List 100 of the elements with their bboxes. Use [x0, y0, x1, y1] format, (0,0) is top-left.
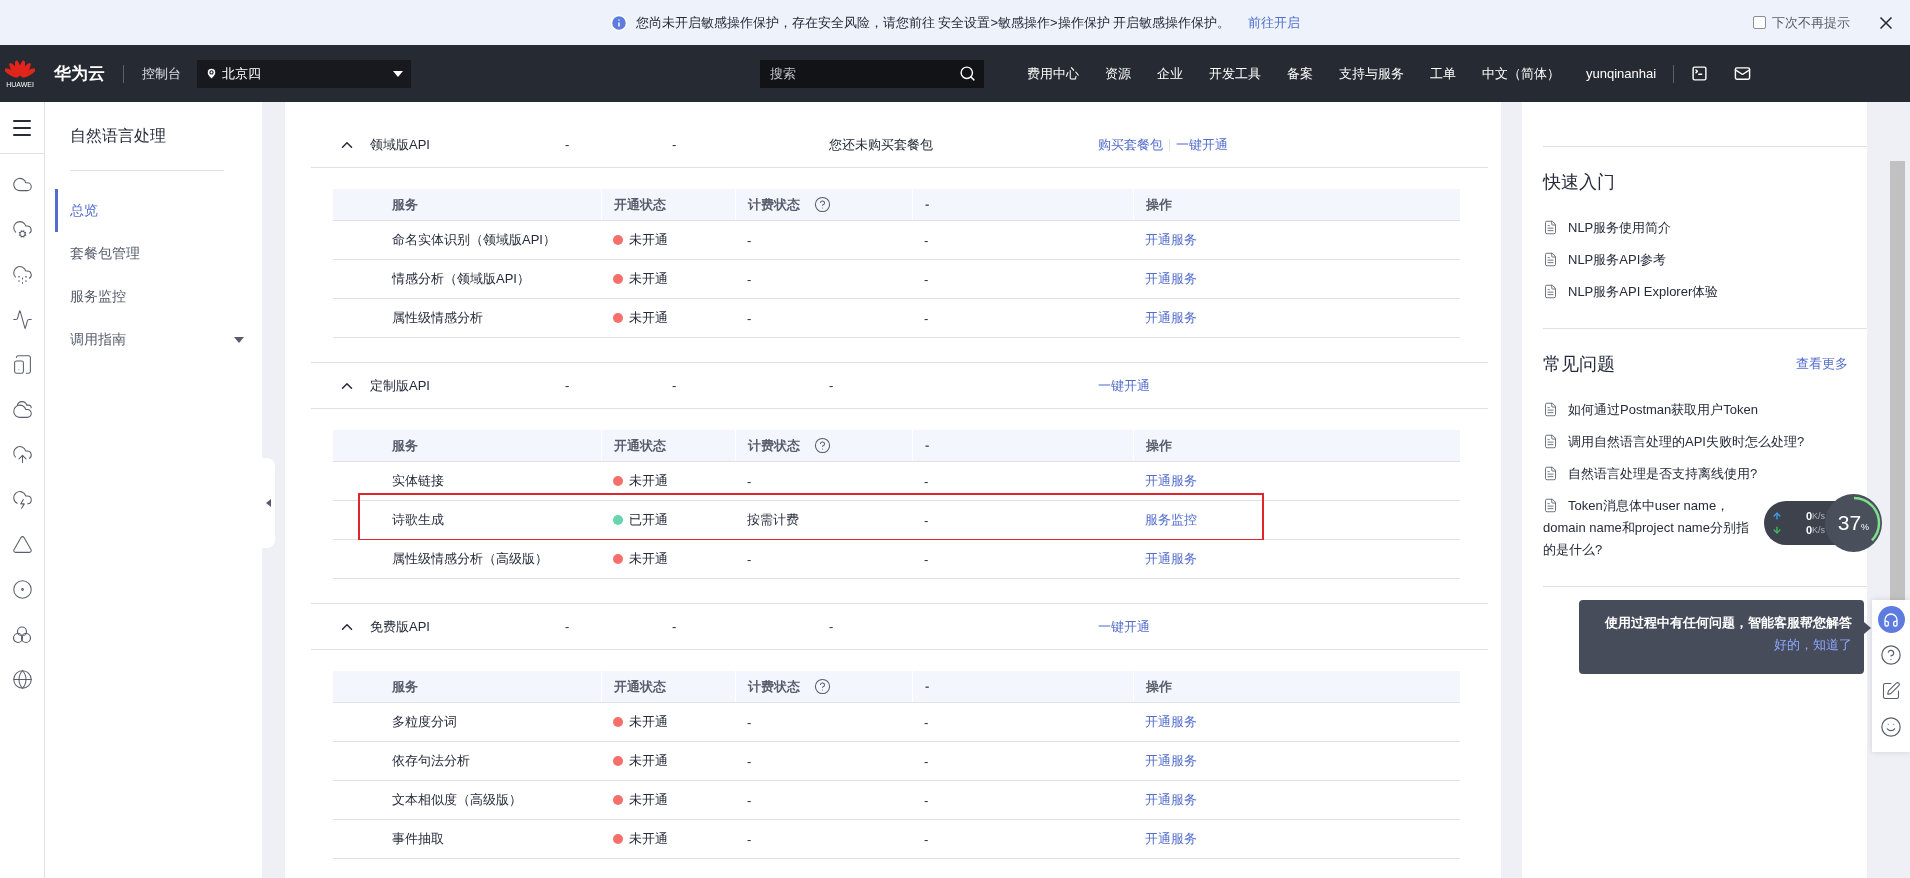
help-icon[interactable] [814, 678, 831, 695]
table-cell-text: - [746, 831, 753, 847]
nav-link[interactable]: 企业 [1144, 64, 1196, 83]
nav-link[interactable]: 支持与服务 [1326, 64, 1417, 83]
upload-speed: 0 [1804, 510, 1812, 522]
cloud-rain-icon[interactable] [11, 264, 33, 285]
column-header: 服务 [391, 677, 419, 696]
table-cell-text: - [746, 310, 753, 326]
circle-dot-icon[interactable] [11, 579, 33, 600]
region-select[interactable]: 北京四 [197, 59, 411, 88]
download-arrow-icon [1772, 525, 1782, 535]
status-text: 未开通 [629, 752, 668, 770]
table-cell-text: - [672, 137, 678, 152]
clouds-icon[interactable] [11, 399, 33, 420]
column-header: 计费状态 [735, 671, 912, 702]
action-link[interactable]: 开通服务 [1133, 270, 1197, 288]
edit-icon[interactable] [1881, 681, 1901, 701]
notice-text: 您尚未开启敏感操作保护，存在安全风险，请您前往 安全设置>敏感操作>操作保护 开启敏感操作保护。 [635, 13, 1231, 32]
enable-link[interactable]: 前往开启 [1248, 13, 1301, 32]
doc-link[interactable]: NLP服务API Explorer体验 [1543, 276, 1719, 308]
search-field[interactable]: 搜索 [760, 59, 984, 88]
three-circles-icon[interactable] [12, 624, 32, 645]
action-link[interactable]: 开通服务 [1133, 231, 1197, 249]
dismiss-checkbox[interactable]: 下次不再提示 [1753, 13, 1850, 32]
triangle-icon[interactable] [11, 534, 33, 555]
table-cell-text: 命名实体识别（领域版API） [391, 231, 557, 249]
table-cell-text: - [746, 271, 753, 287]
headset-button[interactable] [1877, 606, 1905, 633]
nav-link[interactable]: 资源 [1092, 64, 1144, 83]
action-link[interactable]: 开通服务 [1133, 713, 1197, 731]
nav-link[interactable]: 费用中心 [1014, 64, 1092, 83]
table-cell-text: 属性级情感分析 [391, 309, 484, 327]
action-link[interactable]: 一键开通 [1098, 376, 1150, 395]
status-text: 未开通 [629, 830, 668, 848]
table-cell-text: 属性级情感分析（高级版） [391, 550, 549, 568]
doc-link[interactable]: NLP服务使用简介 [1543, 212, 1672, 244]
table-cell-text: - [746, 232, 753, 248]
table-cell-text: - [923, 232, 930, 248]
status-text: 未开通 [629, 791, 668, 809]
sidebar-item[interactable]: 套餐包管理 [55, 232, 262, 275]
column-header: - [912, 671, 1133, 702]
table-cell-text: - [746, 753, 753, 769]
status-text: 未开通 [629, 713, 668, 731]
wave-icon[interactable] [11, 309, 33, 330]
help-icon[interactable] [1880, 644, 1902, 666]
doc-link[interactable]: NLP服务API参考 [1543, 244, 1667, 276]
table-cell-text: 您还未购买套餐包 [829, 135, 934, 154]
nav-link[interactable]: 工单 [1417, 64, 1469, 83]
device-icon[interactable] [11, 354, 33, 375]
help-icon[interactable] [814, 437, 831, 454]
action-link[interactable]: 一键开通 [1098, 617, 1150, 636]
cloud-gear-icon[interactable] [11, 219, 33, 240]
action-link[interactable]: 开通服务 [1133, 472, 1197, 490]
sidebar-item[interactable]: 调用指南 [55, 318, 262, 361]
terminal-icon[interactable] [1691, 65, 1709, 82]
status-text: 已开通 [629, 511, 668, 529]
table-cell-text: 情感分析（领域版API） [391, 270, 531, 288]
username-link[interactable]: yunqinanhai [1573, 66, 1670, 81]
search-icon[interactable] [959, 64, 976, 82]
column-header: 计费状态 [735, 189, 912, 220]
pin-icon [205, 67, 218, 80]
scrollbar[interactable] [1890, 161, 1905, 601]
nav-link[interactable]: 备案 [1274, 64, 1326, 83]
dismiss-link[interactable]: 好的，知道了 [1774, 636, 1852, 654]
table-cell-text: 实体链接 [391, 472, 445, 490]
faq-link[interactable]: 如何通过Postman获取用户Token [1543, 394, 1758, 426]
console-link[interactable]: 控制台 [142, 64, 181, 83]
group-name: 免费版API [370, 617, 431, 636]
nav-link[interactable]: 中文（简体） [1469, 64, 1573, 83]
brand-name[interactable]: 华为云 [54, 62, 105, 85]
faq-link[interactable]: 自然语言处理是否支持离线使用? [1543, 458, 1758, 490]
sidebar-item[interactable]: 服务监控 [55, 275, 262, 318]
action-link[interactable]: 开通服务 [1133, 830, 1197, 848]
column-header: 操作 [1133, 671, 1460, 702]
status-text: 未开通 [629, 472, 668, 490]
mail-icon[interactable] [1734, 65, 1752, 82]
collapse-handle[interactable] [262, 458, 275, 548]
upload-arrow-icon [1772, 511, 1782, 521]
action-link[interactable]: 一键开通 [1176, 135, 1228, 154]
action-link[interactable]: 开通服务 [1133, 752, 1197, 770]
nav-link[interactable]: 开发工具 [1196, 64, 1274, 83]
globe-icon[interactable] [11, 669, 33, 690]
action-link[interactable]: 服务监控 [1133, 511, 1197, 529]
action-link[interactable]: 开通服务 [1133, 309, 1197, 327]
column-header: 开通状态 [601, 671, 735, 702]
help-icon[interactable] [814, 196, 831, 213]
action-link[interactable]: 购买套餐包 [1098, 135, 1163, 154]
caret-icon [393, 70, 403, 77]
more-link[interactable]: 查看更多 [1796, 355, 1848, 373]
action-link[interactable]: 开通服务 [1133, 550, 1197, 568]
smile-icon[interactable] [1880, 716, 1902, 738]
table-cell-text: - [923, 792, 930, 808]
faq-link[interactable]: 调用自然语言处理的API失败时怎么处理? [1543, 426, 1805, 458]
action-link[interactable]: 开通服务 [1133, 791, 1197, 809]
sidebar-item[interactable]: 总览 [55, 189, 262, 232]
column-header: 服务 [391, 436, 419, 455]
table-cell-text: 依存句法分析 [391, 752, 471, 770]
faq-link[interactable]: Token消息体中user name，domain name和project name分别指的是什么? [1543, 490, 1753, 566]
cloud-upload-icon[interactable] [11, 444, 33, 465]
cloud-lightning-icon[interactable] [11, 489, 33, 510]
